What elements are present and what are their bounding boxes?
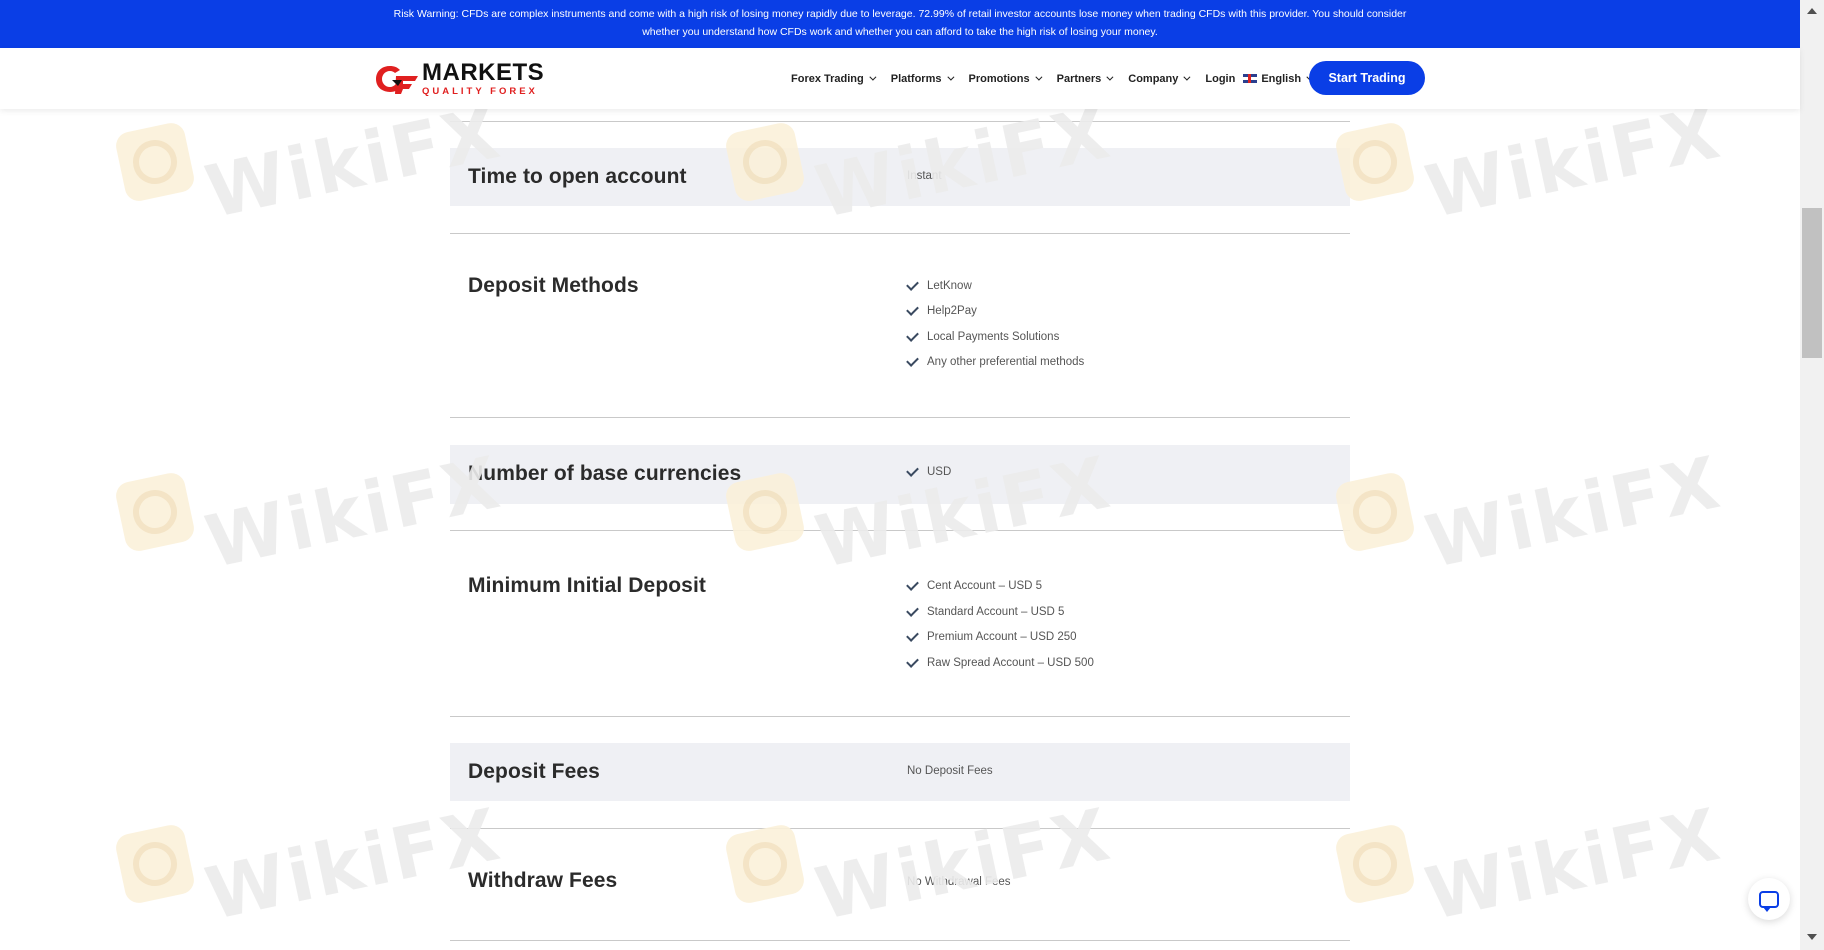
item-text: LetKnow	[927, 280, 972, 292]
row-divider	[450, 716, 1350, 717]
row-value: No Deposit Fees	[907, 765, 993, 777]
list-item: Raw Spread Account – USD 500	[906, 654, 1094, 669]
row-title: Number of base currencies	[468, 462, 742, 485]
check-icon	[906, 577, 919, 591]
nav-partners[interactable]: Partners	[1056, 72, 1114, 85]
check-icon	[906, 463, 919, 477]
list-item: Local Payments Solutions	[906, 328, 1060, 343]
item-text: USD	[927, 466, 952, 478]
scroll-thumb[interactable]	[1802, 208, 1822, 358]
logo-main-text: MARKETS	[422, 59, 545, 87]
row-withdraw-fees: Withdraw Fees No Withdrawal Fees	[450, 829, 1350, 939]
watermark: WikiFX	[113, 90, 509, 234]
watermark: WikiFX	[113, 440, 509, 584]
row-divider	[450, 417, 1350, 418]
row-divider	[450, 940, 1350, 941]
row-title: Withdraw Fees	[468, 869, 618, 892]
chevron-down-icon	[1106, 73, 1114, 81]
nav-platforms[interactable]: Platforms	[890, 72, 954, 85]
login-label: Login	[1205, 72, 1236, 85]
logo-sub-text: QUALITY FOREX	[422, 86, 538, 98]
check-icon	[906, 302, 919, 316]
check-icon	[906, 628, 919, 642]
item-text: Any other preferential methods	[927, 356, 1085, 368]
check-icon	[906, 603, 919, 617]
wikifx-logo-icon	[113, 470, 197, 554]
row-time-to-open: Time to open account Instant	[450, 148, 1350, 206]
list-item: USD	[906, 463, 952, 478]
list-item: Any other preferential methods	[906, 353, 1085, 368]
item-text: Local Payments Solutions	[927, 331, 1060, 343]
row-min-deposit: Minimum Initial Deposit Cent Account – U…	[450, 531, 1350, 699]
item-text: Standard Account – USD 5	[927, 606, 1065, 618]
item-text: Cent Account – USD 5	[927, 580, 1043, 592]
row-title: Deposit Methods	[468, 274, 639, 297]
start-trading-button[interactable]: Start Trading	[1309, 61, 1425, 95]
row-divider	[450, 121, 1350, 122]
list-item: Standard Account – USD 5	[906, 603, 1065, 618]
main-nav: Forex Trading Platforms Promotions Partn…	[791, 48, 1328, 109]
nav-label: Partners	[1056, 72, 1102, 85]
row-title: Minimum Initial Deposit	[468, 574, 706, 597]
nav-promotions[interactable]: Promotions	[968, 72, 1043, 85]
risk-warning-line2: whether you understand how CFDs work and…	[642, 26, 1158, 38]
check-icon	[906, 277, 919, 291]
logo-mark-icon	[376, 66, 418, 94]
scroll-down-arrow-icon[interactable]	[1807, 934, 1817, 940]
chat-icon	[1759, 890, 1779, 912]
row-base-currencies: Number of base currencies USD	[450, 445, 1350, 504]
row-value: No Withdrawal Fees	[907, 876, 1011, 888]
risk-warning-line1: Risk Warning: CFDs are complex instrumen…	[393, 8, 1407, 20]
chat-button[interactable]	[1748, 878, 1790, 920]
row-deposit-fees: Deposit Fees No Deposit Fees	[450, 743, 1350, 801]
scroll-up-arrow-icon[interactable]	[1807, 8, 1817, 14]
wikifx-logo-icon	[113, 822, 197, 906]
watermark: WikiFX	[113, 792, 509, 936]
uk-flag-icon	[1243, 74, 1258, 83]
item-text: Premium Account – USD 250	[927, 631, 1077, 643]
check-icon	[906, 654, 919, 668]
watermark: WikiFX	[1333, 440, 1729, 584]
row-value: Instant	[907, 170, 942, 182]
nav-login[interactable]: Login	[1205, 73, 1235, 85]
check-icon	[906, 353, 919, 367]
nav-label: Promotions	[968, 72, 1030, 85]
language-selector[interactable]: English	[1243, 72, 1314, 85]
nav-forex-trading[interactable]: Forex Trading	[791, 72, 877, 85]
chevron-down-icon	[946, 73, 954, 81]
wikifx-logo-icon	[113, 120, 197, 204]
nav-label: Platforms	[890, 72, 942, 85]
row-deposit-methods: Deposit Methods LetKnow Help2Pay Local P…	[450, 234, 1350, 402]
row-title: Time to open account	[468, 165, 687, 188]
nav-label: Forex Trading	[791, 72, 864, 85]
row-title: Deposit Fees	[468, 760, 600, 783]
chevron-down-icon	[869, 73, 877, 81]
nav-company[interactable]: Company	[1128, 72, 1191, 85]
watermark: WikiFX	[1333, 90, 1729, 234]
risk-warning-bar: Risk Warning: CFDs are complex instrumen…	[0, 0, 1800, 48]
chevron-down-icon	[1035, 73, 1043, 81]
nav-label: Company	[1128, 72, 1179, 85]
logo[interactable]: MARKETS QUALITY FOREX	[374, 61, 544, 97]
watermark-text: WikiFX	[1418, 439, 1729, 585]
watermark: WikiFX	[1333, 792, 1729, 936]
list-item: LetKnow	[906, 277, 972, 292]
site-header: MARKETS QUALITY FOREX Forex Trading Plat…	[0, 48, 1800, 109]
list-item: Cent Account – USD 5	[906, 577, 1043, 592]
check-icon	[906, 328, 919, 342]
page-scrollbar[interactable]	[1800, 0, 1824, 950]
watermark-text: WikiFX	[1418, 791, 1729, 937]
chevron-down-icon	[1183, 73, 1191, 81]
list-item: Help2Pay	[906, 302, 977, 317]
watermark-text: WikiFX	[1418, 89, 1729, 235]
list-item: Premium Account – USD 250	[906, 628, 1077, 643]
item-text: Help2Pay	[927, 305, 977, 317]
language-label: English	[1261, 72, 1302, 85]
item-text: Raw Spread Account – USD 500	[927, 657, 1094, 669]
